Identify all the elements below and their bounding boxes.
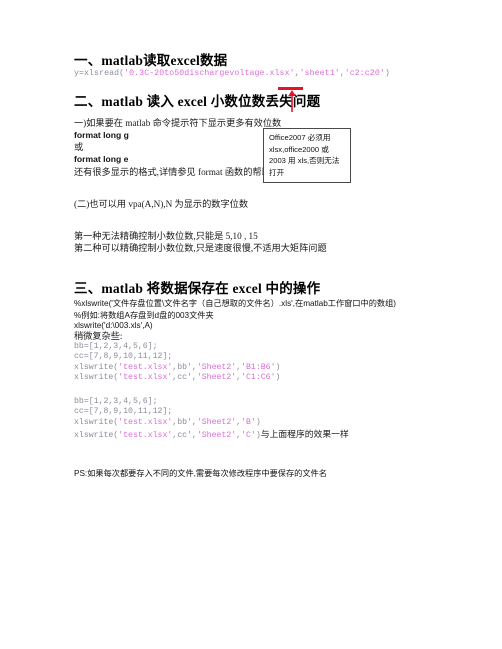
code-line-xlswrite-cc-col: xlswrite('test.xlsx',cc','Sheet2','C')与上… <box>74 429 474 442</box>
heading-section-1: 一、matlab读取excel数据 <box>74 53 228 68</box>
code-str-range: 'B1:B6' <box>241 362 276 372</box>
code-line-xlswrite-bb-col: xlswrite('test.xlsx',bb','Sheet2','B') <box>74 418 474 429</box>
body-line-vpa: (二)也可以用 vpa(A,N),N 为显示的数字位数 <box>74 198 249 209</box>
code-str-range: 'C1:C6' <box>241 373 276 383</box>
code-line-xlswrite-bb-range: xlswrite('test.xlsx',bb','Sheet2','B1:B6… <box>74 363 474 374</box>
code-trailing-note: 与上面程序的效果一样 <box>260 428 349 439</box>
body-line-effective-digits: 一)如果要在 matlab 命令提示符下显示更多有效位数 <box>74 117 282 128</box>
code-str-col: 'C' <box>241 430 256 440</box>
code-line-bb: bb=[1,2,3,4,5,6]; <box>74 341 158 351</box>
code-prefix: y=xlsread( <box>74 69 125 78</box>
code-str-sheet: 'Sheet2' <box>196 362 237 372</box>
code-line-cc: cc=[7,8,9,10,11,12]; <box>74 352 173 362</box>
code-str-file: 'test.xlsx' <box>118 362 173 372</box>
code-arg-filename: '0.3C-20to50dischargevoltage.xlsx' <box>124 69 295 78</box>
body-line-method-1: 第一种无法精确控制小数位数,只能是 5,10 , 15 <box>74 230 258 241</box>
code-str-sheet: 'Sheet2' <box>196 418 237 428</box>
callout-office-version-note: Office2007 必须用 xlsx,office2000 或 2003 用 … <box>263 128 351 184</box>
code-arg-sheet: 'sheet1' <box>299 69 340 78</box>
code-str-sheet: 'Sheet2' <box>196 373 237 383</box>
code-pre: xlswrite( <box>74 373 119 383</box>
code-mid: ,bb', <box>172 418 197 428</box>
document-content: 一、matlab读取excel数据 y=xlsread('0.3C-20to50… <box>74 52 474 479</box>
code-line-xlsread: y=xlsread('0.3C-20to50dischargevoltage.x… <box>74 69 474 80</box>
code-block-range: bb=[1,2,3,4,5,6]; cc=[7,8,9,10,11,12]; xls… <box>74 342 474 384</box>
code-line-cc-2: cc=[7,8,9,10,11,12]; <box>74 407 173 417</box>
code-line-xlswrite-simple: xlswrite('d:\003.xls',A) <box>74 320 153 330</box>
code-pre: xlswrite( <box>74 418 119 428</box>
code-arg-range: 'c2:c20' <box>344 69 385 78</box>
code-str-sheet: 'Sheet2' <box>196 430 237 440</box>
code-post: ) <box>255 418 261 428</box>
code-line-xlswrite-cc-range: xlswrite('test.xlsx',cc','Sheet2','C1:C6… <box>74 373 474 384</box>
code-str-file: 'test.xlsx' <box>118 373 173 383</box>
heading-section-3: 三、matlab 将数据保存在 excel 中的操作 <box>74 280 321 296</box>
red-up-arrow-icon <box>288 90 296 112</box>
code-post: ) <box>275 373 281 383</box>
comment-xlswrite-example: %例如:将数组A存盘到d盘的003文件夹 <box>74 310 214 320</box>
code-str-col: 'B' <box>241 418 256 428</box>
code-str-file: 'test.xlsx' <box>118 418 173 428</box>
document-page: 一、matlab读取excel数据 y=xlsread('0.3C-20to50… <box>0 0 502 649</box>
code-str-file: 'test.xlsx' <box>118 430 173 440</box>
code-mid: ,cc', <box>172 430 197 440</box>
note-more-complex: 稍微复杂些: <box>74 330 123 341</box>
code-pre: xlswrite( <box>74 362 119 372</box>
code-mid: ,cc', <box>172 373 197 383</box>
code-pre: xlswrite( <box>74 430 119 440</box>
ps-note: PS:如果每次都要存入不同的文件,需要每次修改程序中要保存的文件名 <box>74 469 327 479</box>
code-post: ) <box>275 362 281 372</box>
code-suffix: ) <box>384 69 390 78</box>
heading-section-2: 二、matlab 读入 excel 小数位数丢失问题 <box>74 93 321 109</box>
code-mid: ,bb', <box>172 362 197 372</box>
body-line-method-2: 第二种可以精确控制小数位数,只是速度很慢,不适用大矩阵问题 <box>74 242 327 253</box>
code-block-column: bb=[1,2,3,4,5,6]; cc=[7,8,9,10,11,12]; xls… <box>74 397 474 441</box>
comment-xlswrite-syntax: %xlswrite('文件存盘位置\文件名字（自己想取的文件名）.xls',在m… <box>74 298 396 308</box>
code-line-bb-2: bb=[1,2,3,4,5,6]; <box>74 396 158 406</box>
